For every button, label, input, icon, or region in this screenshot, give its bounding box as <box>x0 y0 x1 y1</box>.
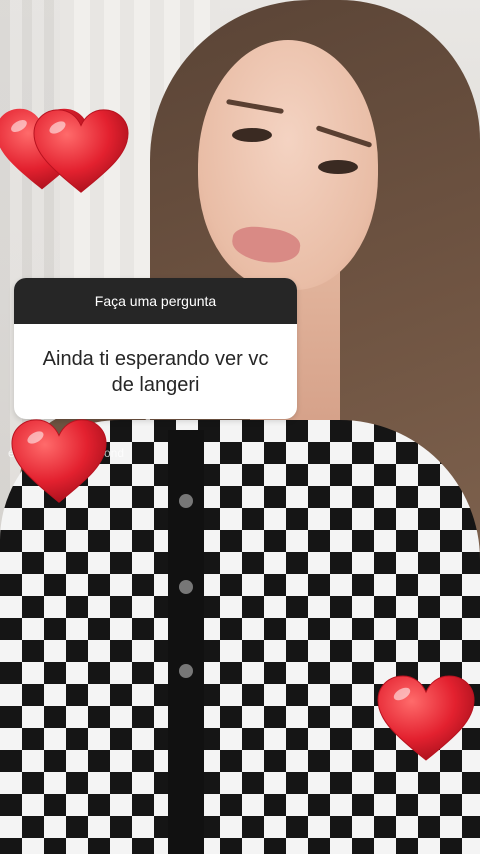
question-sticker-header: Faça uma pergunta <box>14 278 297 324</box>
eye-left <box>232 128 272 142</box>
heart-icon <box>10 416 108 508</box>
cardigan-button <box>179 494 193 508</box>
question-sticker-body: Ainda ti esperando ver vc de langeri <box>14 324 297 419</box>
cardigan-button <box>179 664 193 678</box>
cardigan-button <box>179 580 193 594</box>
heart-icon <box>32 106 130 198</box>
heart-icon <box>376 672 476 766</box>
eye-right <box>318 160 358 174</box>
question-text: Ainda ti esperando ver vc de langeri <box>42 347 269 396</box>
question-prompt-label: Faça uma pergunta <box>94 293 217 309</box>
question-sticker[interactable]: Faça uma pergunta Ainda ti esperando ver… <box>14 278 297 419</box>
